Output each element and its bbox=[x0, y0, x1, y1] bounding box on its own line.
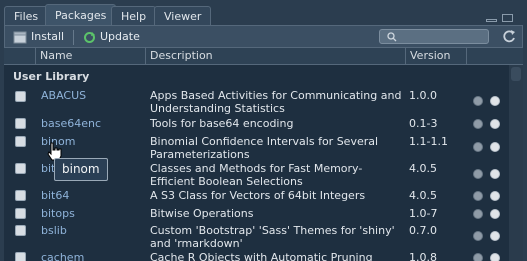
package-name[interactable]: bitops bbox=[41, 207, 75, 220]
delete-icon[interactable] bbox=[490, 96, 500, 106]
package-description: Custom 'Bootstrap' 'Sass' Themes for 'sh… bbox=[150, 224, 395, 250]
package-description: Apps Based Activities for Communicating … bbox=[150, 89, 402, 115]
package-version: 1.0.8 bbox=[409, 251, 437, 261]
scrollbar-thumb[interactable] bbox=[511, 67, 521, 81]
tab-packages[interactable]: Packages bbox=[45, 4, 117, 25]
column-name[interactable]: Name bbox=[35, 48, 72, 64]
globe-icon[interactable] bbox=[473, 253, 483, 261]
toolbar-separator bbox=[73, 30, 74, 45]
package-description: Binomial Confidence Intervals for Severa… bbox=[150, 135, 379, 161]
column-description[interactable]: Description bbox=[145, 48, 213, 64]
tab-help[interactable]: Help bbox=[111, 6, 157, 25]
globe-icon[interactable] bbox=[473, 96, 483, 106]
refresh-icon[interactable] bbox=[502, 29, 516, 44]
packages-pane: Files Packages Help Viewer Install Updat… bbox=[4, 4, 523, 261]
pane-tabs: Files Packages Help Viewer bbox=[4, 4, 523, 25]
search-box[interactable] bbox=[379, 29, 489, 44]
package-version: 0.7.0 bbox=[409, 224, 437, 237]
load-checkbox[interactable] bbox=[15, 136, 26, 147]
delete-icon[interactable] bbox=[490, 231, 500, 241]
package-version: 0.1-3 bbox=[409, 117, 438, 130]
globe-icon[interactable] bbox=[473, 169, 483, 179]
package-version: 1.1-1.1 bbox=[409, 135, 448, 148]
package-version: 4.0.5 bbox=[409, 189, 437, 202]
column-header: Name Description Version bbox=[4, 48, 523, 65]
tooltip: binom bbox=[54, 158, 108, 181]
delete-icon[interactable] bbox=[490, 119, 500, 129]
load-checkbox[interactable] bbox=[15, 163, 26, 174]
delete-icon[interactable] bbox=[490, 253, 500, 261]
update-icon bbox=[84, 31, 95, 43]
load-checkbox[interactable] bbox=[15, 225, 26, 236]
package-name[interactable]: cachem bbox=[41, 251, 84, 261]
delete-icon[interactable] bbox=[490, 169, 500, 179]
package-name[interactable]: bslib bbox=[41, 224, 67, 237]
minimize-pane-icon[interactable] bbox=[486, 19, 497, 22]
search-input[interactable] bbox=[400, 30, 484, 43]
update-button[interactable]: Update bbox=[83, 29, 140, 45]
package-version: 4.0.5 bbox=[409, 162, 437, 175]
delete-icon[interactable] bbox=[490, 209, 500, 219]
package-description: Cache R Objects with Automatic Pruning bbox=[150, 251, 373, 261]
package-description: Classes and Methods for Fast Memory-Effi… bbox=[150, 162, 363, 188]
globe-icon[interactable] bbox=[473, 231, 483, 241]
column-actions bbox=[466, 48, 514, 64]
column-version[interactable]: Version bbox=[405, 48, 450, 64]
maximize-pane-icon[interactable] bbox=[502, 14, 513, 22]
package-description: A S3 Class for Vectors of 64bit Integers bbox=[150, 189, 366, 202]
vertical-scrollbar[interactable] bbox=[509, 65, 523, 261]
package-description: Tools for base64 encoding bbox=[150, 117, 294, 130]
tab-files[interactable]: Files bbox=[4, 6, 49, 25]
load-checkbox[interactable] bbox=[15, 190, 26, 201]
package-name[interactable]: bit64 bbox=[41, 189, 69, 202]
load-checkbox[interactable] bbox=[15, 118, 26, 129]
globe-icon[interactable] bbox=[473, 142, 483, 152]
globe-icon[interactable] bbox=[473, 119, 483, 129]
load-checkbox[interactable] bbox=[15, 252, 26, 261]
delete-icon[interactable] bbox=[490, 191, 500, 201]
packages-toolbar: Install Update bbox=[4, 25, 523, 48]
install-icon bbox=[13, 31, 27, 43]
package-description: Bitwise Operations bbox=[150, 207, 254, 220]
load-checkbox[interactable] bbox=[15, 91, 26, 102]
package-version: 1.0.0 bbox=[409, 89, 437, 102]
globe-icon[interactable] bbox=[473, 209, 483, 219]
package-name[interactable]: base64enc bbox=[41, 117, 101, 130]
install-button[interactable]: Install bbox=[13, 29, 64, 45]
update-label: Update bbox=[100, 30, 140, 43]
package-version: 1.0-7 bbox=[409, 207, 438, 220]
section-user-library: User Library bbox=[13, 70, 90, 83]
load-checkbox[interactable] bbox=[15, 208, 26, 219]
tab-viewer[interactable]: Viewer bbox=[154, 6, 212, 25]
install-label: Install bbox=[31, 30, 65, 43]
globe-icon[interactable] bbox=[473, 191, 483, 201]
delete-icon[interactable] bbox=[490, 142, 500, 152]
package-name[interactable]: ABACUS bbox=[41, 89, 86, 102]
search-icon bbox=[387, 32, 397, 42]
